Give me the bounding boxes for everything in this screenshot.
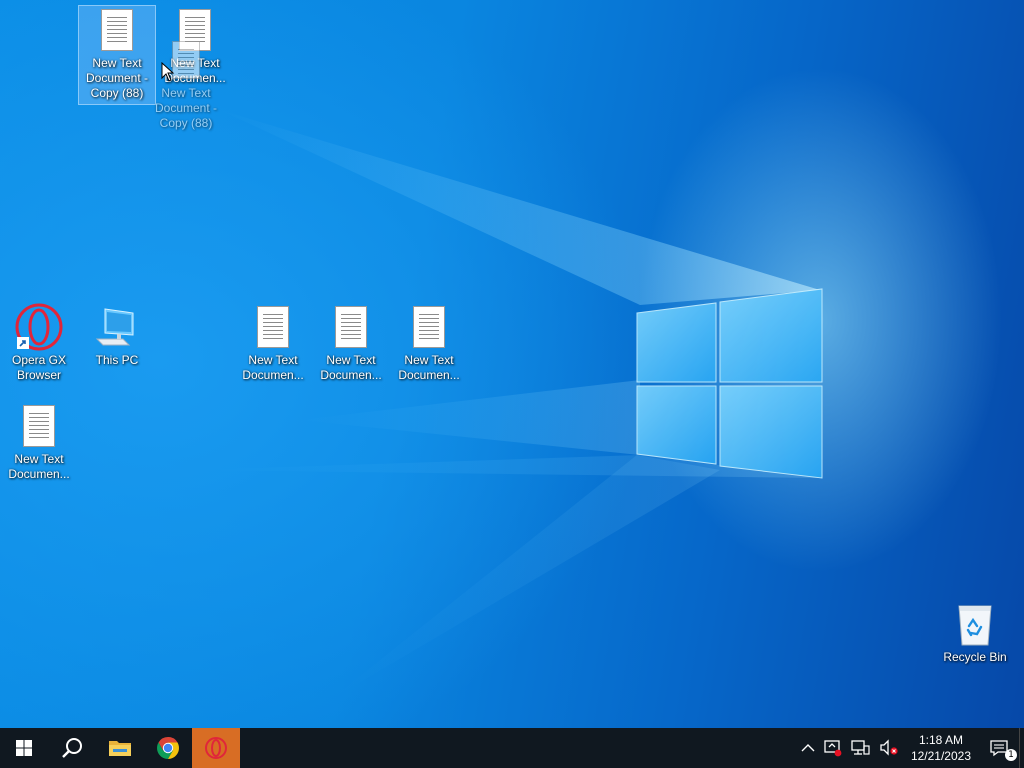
folder-icon bbox=[109, 741, 131, 756]
desktop-icon-doc-mid-3[interactable]: New Text Documen... bbox=[391, 303, 467, 383]
show-desktop-button[interactable] bbox=[1019, 728, 1024, 768]
icon-label: New Text Document - Copy (88) bbox=[85, 56, 149, 100]
start-button[interactable] bbox=[0, 728, 48, 768]
show-hidden-icons-button[interactable] bbox=[797, 728, 819, 768]
icon-label: New Text Documen... bbox=[398, 353, 460, 382]
clock-time: 1:18 AM bbox=[918, 733, 963, 747]
notification-count-badge: 1 bbox=[1005, 749, 1017, 761]
text-document-icon bbox=[249, 303, 297, 351]
clock-date: 12/21/2023 bbox=[910, 749, 971, 763]
desktop-icon-opera-gx[interactable]: Opera GX Browser bbox=[1, 303, 77, 383]
icon-label: Opera GX Browser bbox=[11, 353, 67, 382]
windows-logo-icon bbox=[16, 740, 32, 756]
text-document-icon bbox=[15, 402, 63, 450]
desktop-icon-this-pc[interactable]: This PC bbox=[79, 303, 155, 368]
text-document-icon bbox=[405, 303, 453, 351]
computer-icon bbox=[93, 303, 141, 351]
desktop[interactable]: New Text Document - Copy (88) New Text D… bbox=[0, 0, 1024, 728]
opera-gx-icon bbox=[15, 303, 63, 351]
icon-label: New Text Documen... bbox=[242, 353, 304, 382]
volume-button[interactable] bbox=[875, 728, 903, 768]
volume-muted-icon bbox=[880, 739, 898, 756]
opera-gx-icon bbox=[205, 737, 227, 759]
desktop-icon-doc-mid-1[interactable]: New Text Documen... bbox=[235, 303, 311, 383]
desktop-icon-doc-mid-2[interactable]: New Text Documen... bbox=[313, 303, 389, 383]
taskbar: 1:18 AM 12/21/2023 1 bbox=[0, 728, 1024, 768]
icon-label: New Text Documen... bbox=[320, 353, 382, 382]
icon-label: New Text Documen... bbox=[8, 452, 70, 481]
text-document-icon bbox=[93, 6, 141, 54]
tray-app-button[interactable] bbox=[819, 728, 847, 768]
text-document-icon bbox=[327, 303, 375, 351]
dragging-icon-doc-copy-88: New Text Document - Copy (88) bbox=[148, 36, 224, 131]
defender-warning-icon bbox=[824, 740, 842, 757]
system-tray: 1:18 AM 12/21/2023 1 bbox=[797, 728, 1024, 768]
desktop-icon-doc-left[interactable]: New Text Documen... bbox=[1, 402, 77, 482]
desktop-icon-recycle-bin[interactable]: Recycle Bin bbox=[937, 600, 1013, 665]
desktop-icon-doc-copy-88[interactable]: New Text Document - Copy (88) bbox=[78, 5, 156, 105]
chrome-button[interactable] bbox=[144, 728, 192, 768]
action-center-button[interactable]: 1 bbox=[979, 728, 1019, 768]
search-button[interactable] bbox=[48, 728, 96, 768]
chevron-up-icon bbox=[801, 744, 815, 752]
wallpaper-windows-logo bbox=[636, 288, 823, 479]
icon-label: New Text Document - Copy (88) bbox=[154, 86, 218, 130]
icon-label: Recycle Bin bbox=[943, 650, 1007, 664]
file-explorer-button[interactable] bbox=[96, 728, 144, 768]
search-icon bbox=[62, 738, 82, 758]
opera-gx-button[interactable] bbox=[192, 728, 240, 768]
clock[interactable]: 1:18 AM 12/21/2023 bbox=[903, 732, 979, 764]
recycle-bin-icon bbox=[951, 600, 999, 648]
icon-label: This PC bbox=[95, 353, 139, 367]
chrome-icon bbox=[157, 737, 179, 759]
network-button[interactable] bbox=[847, 728, 875, 768]
mouse-cursor-icon bbox=[161, 62, 175, 82]
network-icon bbox=[851, 740, 870, 755]
